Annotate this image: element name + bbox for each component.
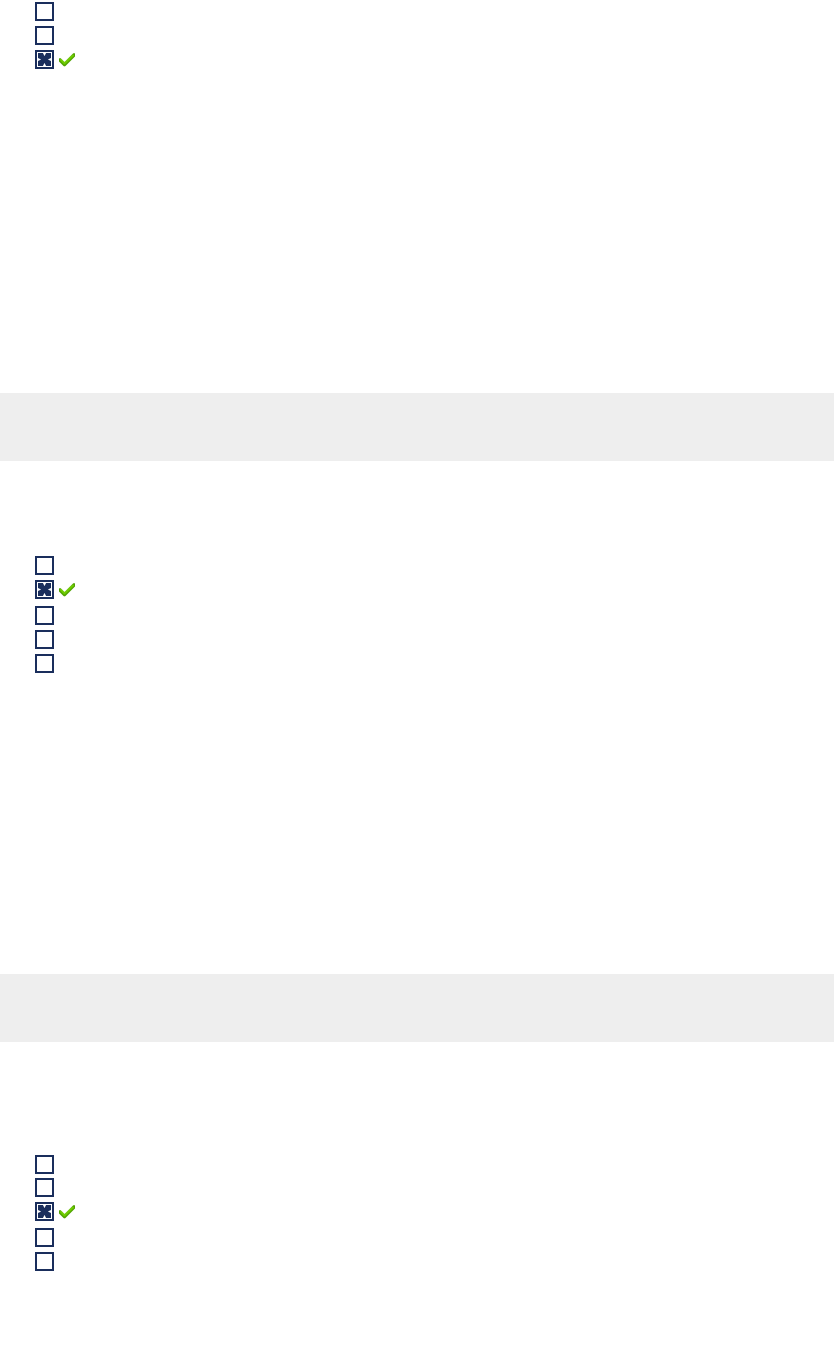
option-row[interactable] <box>35 50 799 69</box>
section-separator <box>0 393 834 461</box>
checkbox-icon <box>35 1252 54 1271</box>
checkbox-icon <box>35 606 54 625</box>
correct-check-icon <box>59 53 75 67</box>
option-row[interactable] <box>35 1155 799 1174</box>
option-row[interactable] <box>35 654 799 673</box>
option-row[interactable] <box>35 1178 799 1197</box>
checkbox-icon <box>35 1228 54 1247</box>
correct-check-icon <box>59 583 75 597</box>
question-group-1 <box>0 2 834 69</box>
checkbox-checked-icon <box>35 580 54 599</box>
question-group-3 <box>0 1042 834 1271</box>
option-row[interactable] <box>35 1202 799 1221</box>
option-row[interactable] <box>35 630 799 649</box>
option-row[interactable] <box>35 1252 799 1271</box>
options-list <box>35 556 799 673</box>
checkbox-checked-icon <box>35 1202 54 1221</box>
checkbox-icon <box>35 556 54 575</box>
correct-check-icon <box>59 1205 75 1219</box>
question-group-2 <box>0 461 834 673</box>
option-row[interactable] <box>35 26 799 45</box>
option-row[interactable] <box>35 606 799 625</box>
options-list <box>35 1155 799 1271</box>
checkbox-icon <box>35 1155 54 1174</box>
checkbox-icon <box>35 654 54 673</box>
option-row[interactable] <box>35 580 799 599</box>
section-separator <box>0 974 834 1042</box>
checkbox-icon <box>35 2 54 21</box>
checkbox-icon <box>35 630 54 649</box>
option-row[interactable] <box>35 556 799 575</box>
checkbox-icon <box>35 1178 54 1197</box>
option-row[interactable] <box>35 1228 799 1247</box>
options-list <box>35 2 799 69</box>
checkbox-icon <box>35 26 54 45</box>
option-row[interactable] <box>35 2 799 21</box>
checkbox-checked-icon <box>35 50 54 69</box>
